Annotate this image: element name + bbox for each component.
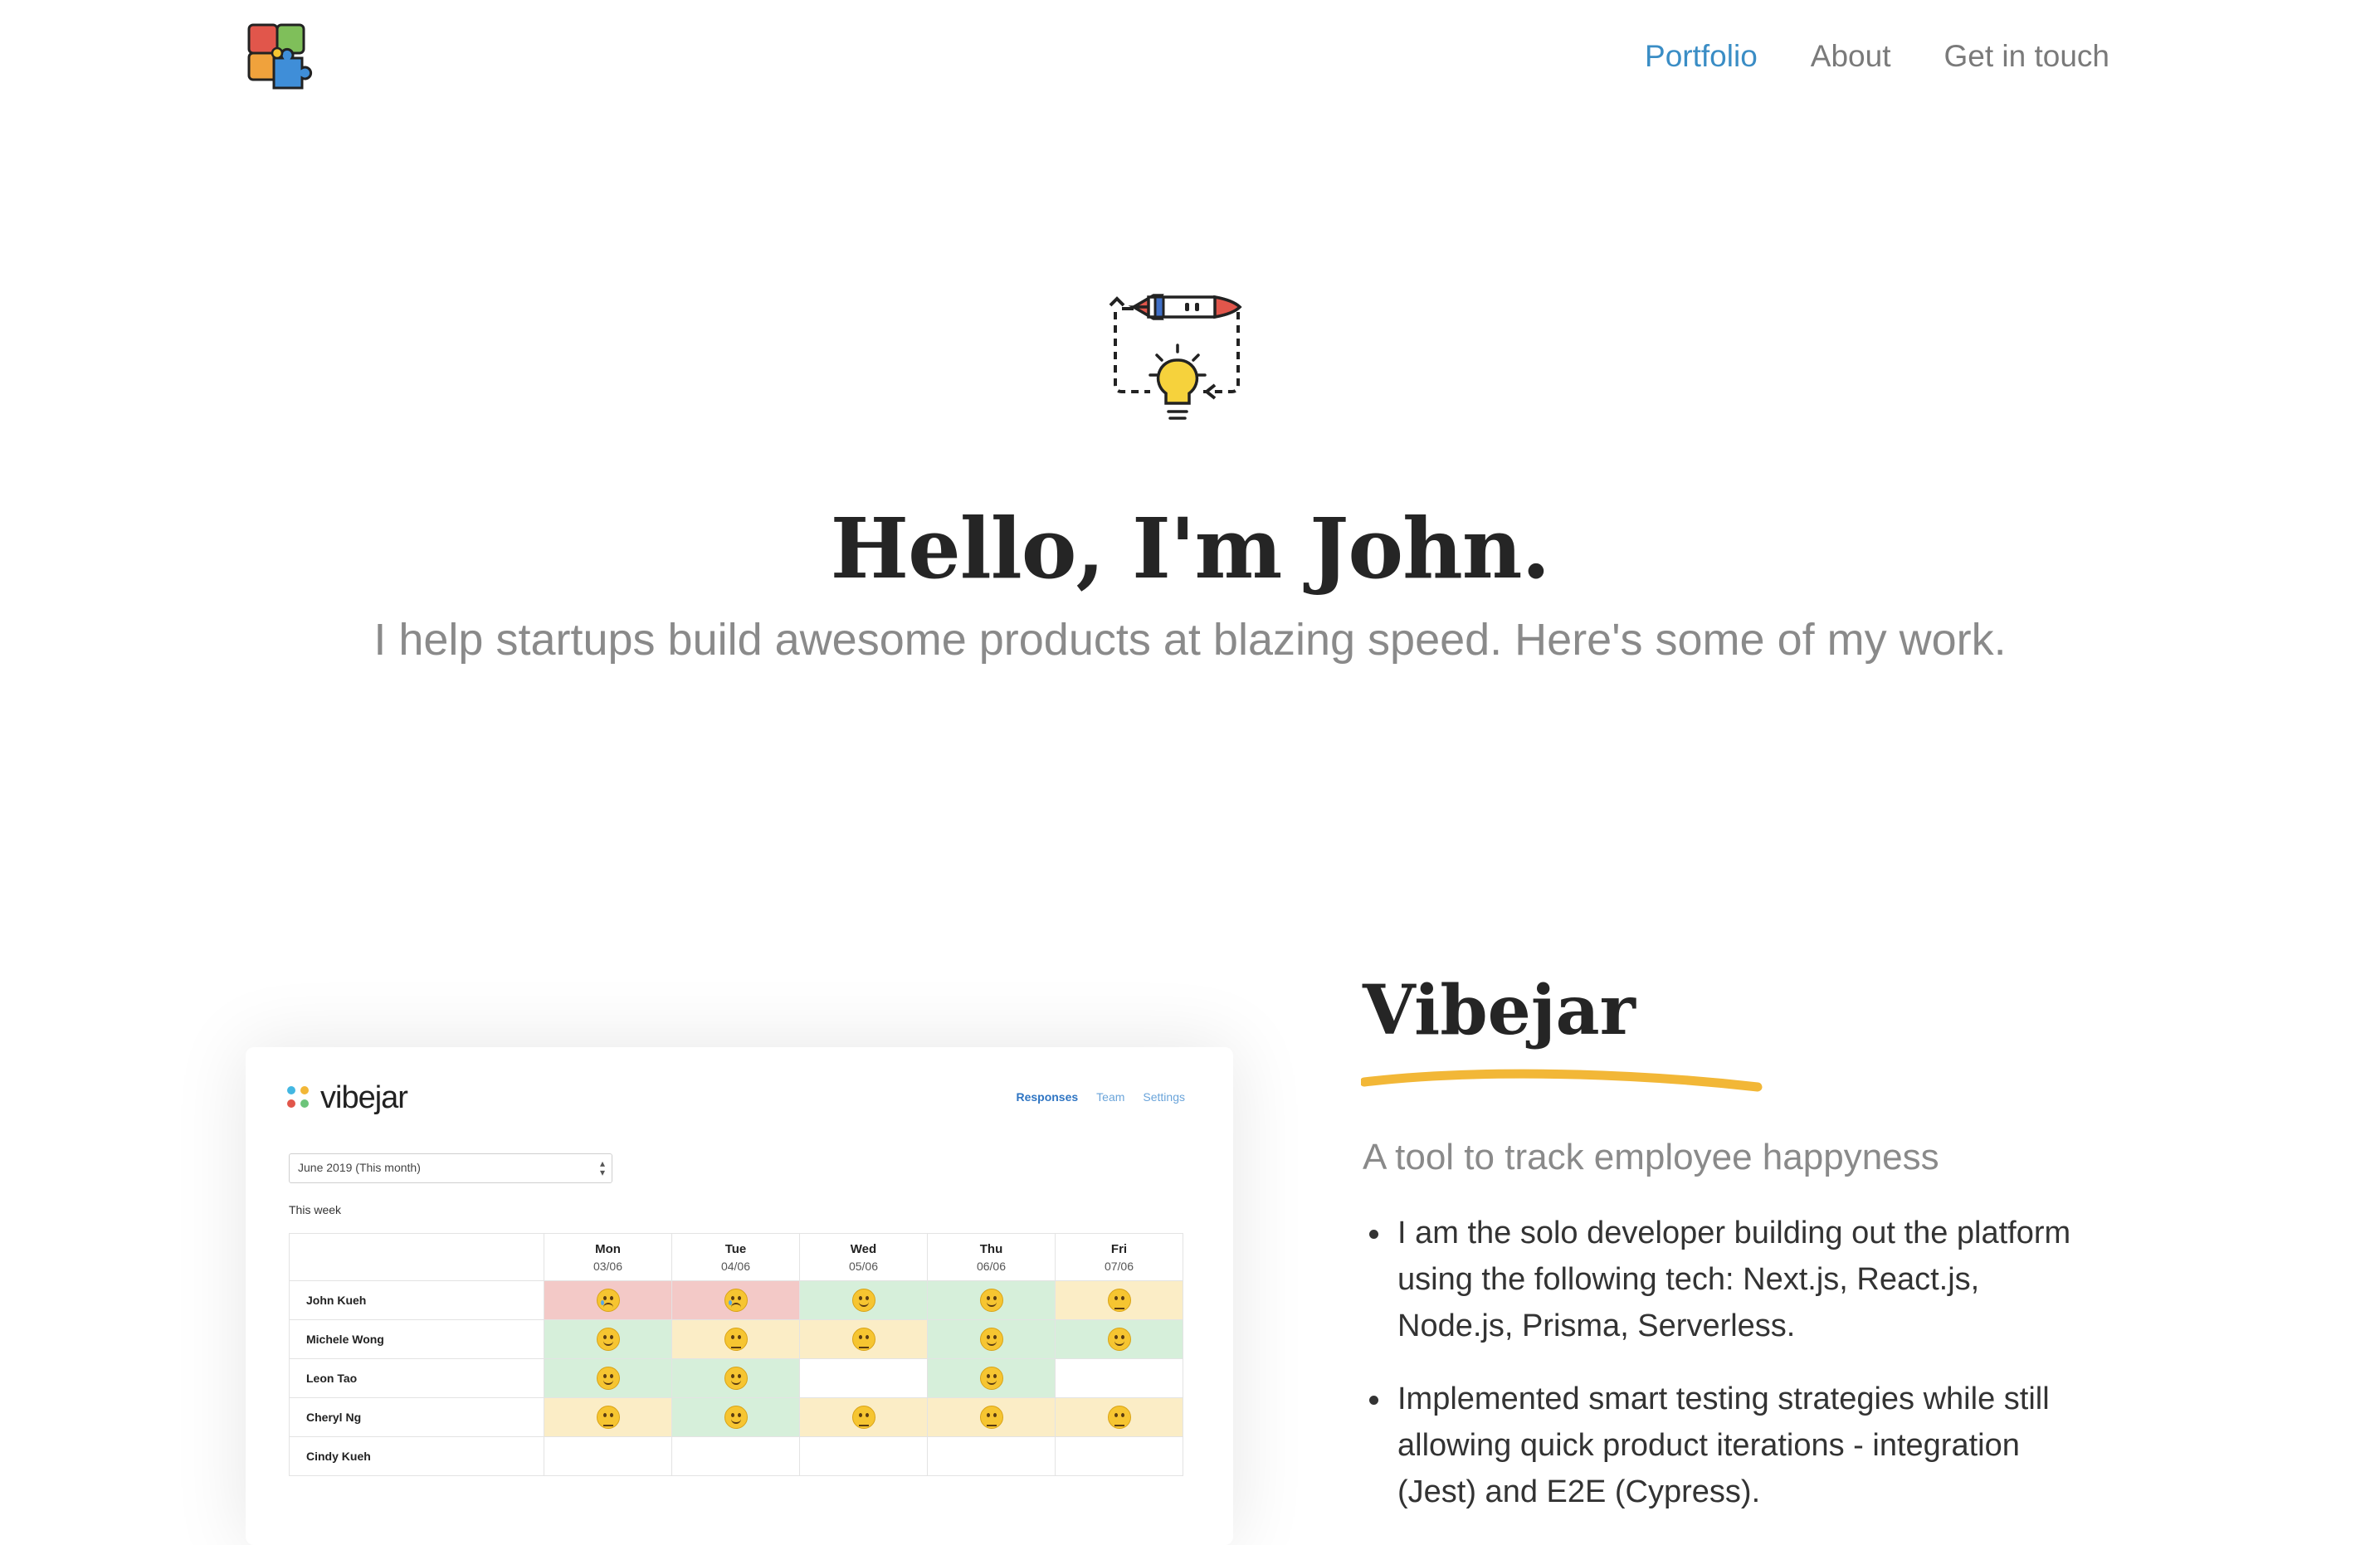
happy-face-icon [596,1367,620,1390]
table-row: Cindy Kueh [289,1436,1183,1476]
puzzle-pieces-icon[interactable] [244,22,315,93]
neutral-face-icon [851,1406,875,1429]
neutral-face-icon [979,1406,1003,1429]
list-item: I am the solo developer building out the… [1363,1210,2093,1349]
tab-settings[interactable]: Settings [1143,1090,1185,1104]
mood-cell [1055,1319,1183,1359]
employee-name: John Kueh [289,1280,544,1320]
mood-cell [927,1319,1056,1359]
mood-cell [671,1436,800,1476]
mood-cell [799,1436,928,1476]
employee-name: Cindy Kueh [289,1436,544,1476]
mood-cell [1055,1358,1183,1398]
neutral-face-icon [1107,1289,1131,1312]
happy-face-icon [724,1406,748,1429]
neutral-face-icon [1107,1406,1131,1429]
happy-face-icon [979,1367,1003,1390]
select-caret-icon: ▴ ▾ [599,1158,605,1178]
employee-name: Cheryl Ng [289,1397,544,1437]
name-column-header [289,1233,544,1281]
list-item: Implemented smart testing strategies whi… [1363,1376,2093,1515]
happy-face-icon [979,1328,1003,1351]
nav-portfolio-link[interactable]: Portfolio [1645,33,1758,80]
nav-about-link[interactable]: About [1811,33,1891,80]
table-row: Leon Tao [289,1358,1183,1398]
project-title: Vibejar [1363,971,1636,1050]
mood-cell [671,1358,800,1398]
project-subtitle: A tool to track employee happyness [1363,1137,1939,1177]
mood-cell [544,1358,672,1398]
mood-cell [799,1397,928,1437]
mood-cell [671,1397,800,1437]
sad-face-icon [596,1289,620,1312]
mood-table: Mon 03/06 Tue 04/06 Wed 05/06 Thu 06/06 Fri 0… [289,1233,1183,1476]
mood-cell [927,1436,1056,1476]
happy-face-icon [1107,1328,1131,1351]
vibejar-brand: vibejar [320,1080,408,1115]
main-nav: Portfolio About Get in touch [1645,33,2109,80]
period-select-value: June 2019 (This month) [298,1161,421,1174]
happy-face-icon [724,1367,748,1390]
hero-subtitle: I help startups build awesome products a… [373,615,2007,665]
mood-cell [799,1319,928,1359]
mood-cell [1055,1397,1183,1437]
employee-name: Leon Tao [289,1358,544,1398]
title-underline [1361,1069,1763,1092]
mood-cell [1055,1436,1183,1476]
mood-cell [927,1280,1056,1320]
happy-face-icon [979,1289,1003,1312]
mood-cell [927,1358,1056,1398]
sad-face-icon [724,1289,748,1312]
happy-face-icon [596,1328,620,1351]
tab-responses[interactable]: Responses [1016,1090,1078,1104]
vibejar-logo-icon [287,1084,312,1113]
period-select[interactable]: June 2019 (This month) ▴ ▾ [289,1153,612,1183]
day-header: Fri 07/06 [1055,1233,1183,1281]
mood-cell [544,1397,672,1437]
employee-name: Michele Wong [289,1319,544,1359]
mood-cell [544,1280,672,1320]
tab-team[interactable]: Team [1096,1090,1124,1104]
day-header: Tue 04/06 [671,1233,800,1281]
happy-face-icon [851,1289,875,1312]
day-header: Thu 06/06 [927,1233,1056,1281]
vibejar-tabs: Responses Team Settings [1016,1090,1185,1104]
neutral-face-icon [851,1328,875,1351]
mood-cell [799,1280,928,1320]
table-row: John Kueh [289,1280,1183,1320]
day-header: Wed 05/06 [799,1233,928,1281]
table-row: Michele Wong [289,1319,1183,1359]
mood-cell [671,1319,800,1359]
vibejar-logo: vibejar [287,1080,408,1116]
mood-cell [799,1358,928,1398]
mood-cell [671,1280,800,1320]
project-screenshot-card[interactable]: vibejar Responses Team Settings June 201… [246,1047,1233,1545]
neutral-face-icon [596,1406,620,1429]
mood-cell [1055,1280,1183,1320]
hero-title: Hello, I'm John. [830,500,1551,597]
project-bullets: I am the solo developer building out the… [1363,1210,2093,1542]
rocket-lightbulb-cycle-icon [1109,294,1242,420]
mood-cell [544,1436,672,1476]
day-header: Mon 03/06 [544,1233,672,1281]
mood-cell [544,1319,672,1359]
neutral-face-icon [724,1328,748,1351]
table-row: Cheryl Ng [289,1397,1183,1437]
week-label: This week [289,1203,342,1216]
nav-get-in-touch-link[interactable]: Get in touch [1944,33,2109,80]
mood-cell [927,1397,1056,1437]
